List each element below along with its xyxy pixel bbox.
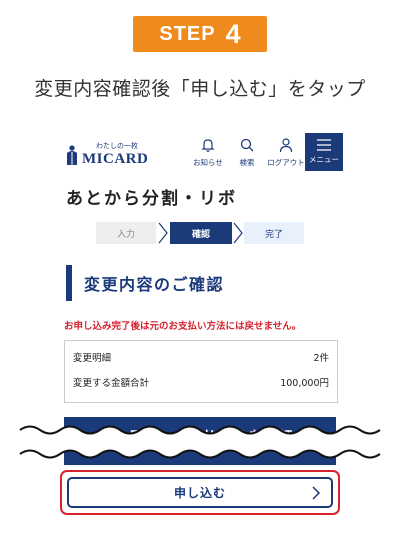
search-button[interactable]: 検索 bbox=[227, 137, 267, 171]
summary-label: 変更する金額合計 bbox=[73, 378, 150, 389]
section-heading: 変更内容のご確認 bbox=[66, 265, 224, 301]
notifications-label: お知らせ bbox=[193, 158, 223, 167]
step-badge-number: 4 bbox=[225, 18, 241, 49]
instruction-text: 変更内容確認後「申し込む」をタップ bbox=[34, 78, 366, 100]
summary-box: 変更明細 2件 変更する金額合計 100,000円 bbox=[64, 340, 338, 403]
summary-row: 変更明細 2件 bbox=[73, 350, 329, 364]
bell-icon bbox=[201, 139, 215, 152]
progress-step-complete: 完了 bbox=[244, 222, 304, 244]
page-title: あとから分割・リボ bbox=[66, 189, 237, 209]
user-icon bbox=[279, 138, 293, 153]
search-icon bbox=[240, 138, 254, 152]
warning-text: お申し込み完了後は元のお支払い方法には戻せません。 bbox=[64, 321, 302, 332]
logout-button[interactable]: ログアウト bbox=[266, 137, 306, 171]
menu-label: メニュー bbox=[309, 155, 339, 164]
progress-chevron-icon bbox=[233, 222, 243, 244]
notifications-button[interactable]: お知らせ bbox=[188, 137, 228, 171]
apply-button-label: 申し込む bbox=[173, 486, 226, 500]
logo-tagline: わたしの一枚 bbox=[96, 142, 138, 150]
progress-step-confirm: 確認 bbox=[170, 222, 232, 244]
logo-mark-icon bbox=[67, 145, 77, 165]
logo-name: MICARD bbox=[82, 151, 149, 167]
search-label: 検索 bbox=[239, 158, 255, 167]
logout-label: ログアウト bbox=[267, 158, 305, 167]
hamburger-icon bbox=[317, 139, 331, 151]
summary-label: 変更明細 bbox=[73, 353, 112, 364]
summary-value: 2件 bbox=[313, 353, 329, 364]
progress-step-input: 入力 bbox=[96, 222, 156, 244]
step-badge-word: STEP bbox=[159, 22, 216, 45]
summary-row: 変更する金額合計 100,000円 bbox=[73, 375, 329, 389]
apply-button[interactable]: 申し込む bbox=[67, 477, 333, 508]
summary-value: 100,000円 bbox=[280, 378, 329, 389]
page-cut-divider bbox=[19, 425, 381, 459]
step-badge: STEP 4 bbox=[133, 16, 267, 52]
micard-logo[interactable]: わたしの一枚 MICARD bbox=[66, 143, 148, 167]
menu-button[interactable]: メニュー bbox=[305, 133, 343, 171]
chevron-right-icon bbox=[312, 486, 321, 500]
progress-chevron-icon bbox=[158, 222, 168, 244]
